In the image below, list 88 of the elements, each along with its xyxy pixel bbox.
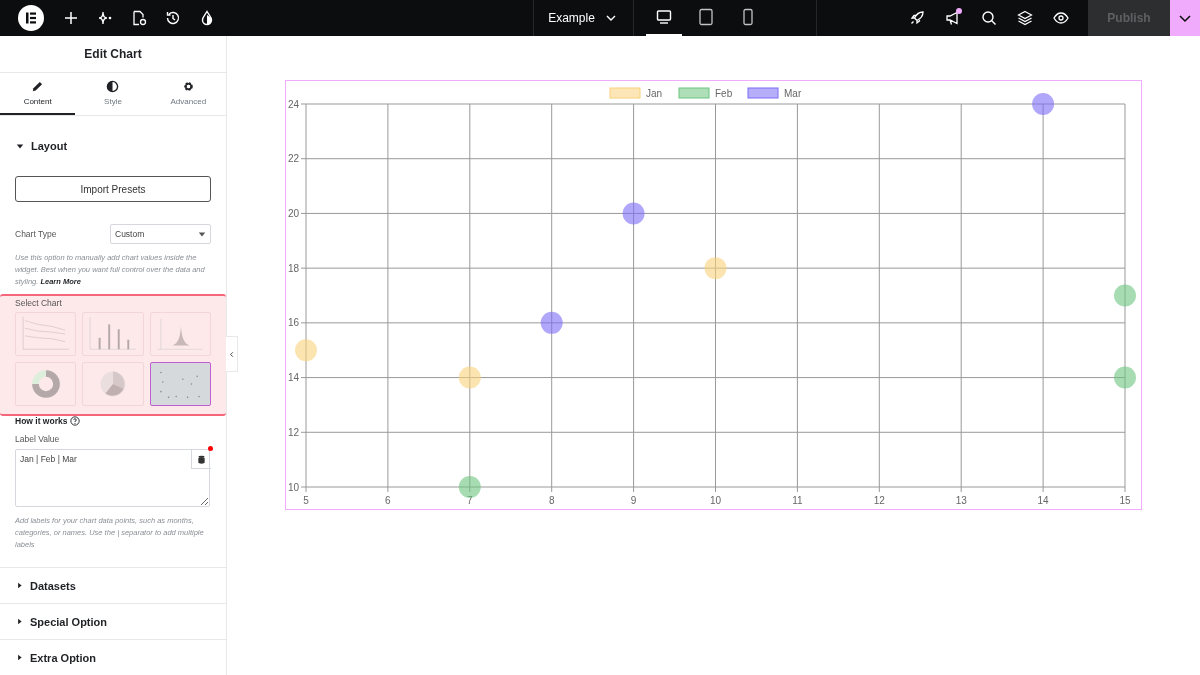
x-tick-label: 5 <box>303 495 309 506</box>
chart-type-dropdown[interactable]: Custom <box>110 224 211 244</box>
x-tick-label: 14 <box>1037 495 1049 506</box>
panel-tab[interactable]: Style <box>75 73 151 115</box>
caret-icon <box>198 230 206 238</box>
status-dot <box>208 446 213 451</box>
bubble[interactable] <box>540 311 563 334</box>
legend-label: Jan <box>646 87 663 99</box>
y-tick-label: 20 <box>287 207 299 219</box>
dropdown-value: Custom <box>115 229 145 239</box>
section-toggle[interactable]: Extra Option <box>0 639 226 675</box>
help-icon <box>70 416 81 426</box>
search-icon <box>981 10 997 26</box>
drop-icon <box>199 10 215 26</box>
y-tick-label: 24 <box>287 98 299 110</box>
field-label: Chart Type <box>15 229 57 239</box>
eye-icon <box>1053 10 1069 26</box>
donut-chart-option[interactable] <box>15 362 77 406</box>
field-label: Label Value <box>15 434 61 444</box>
x-tick-label: 11 <box>792 495 803 506</box>
panel-tab[interactable]: Content <box>0 73 76 115</box>
rocket-icon <box>909 10 925 26</box>
pie-chart-option[interactable] <box>82 362 144 406</box>
x-tick-label: 7 <box>467 495 473 506</box>
x-tick-label: 10 <box>709 495 722 506</box>
bubble[interactable] <box>1114 284 1136 307</box>
layout-section-toggle[interactable]: Layout <box>0 116 226 176</box>
bubble[interactable] <box>458 476 481 498</box>
x-tick-label: 6 <box>385 495 391 506</box>
caret-icon <box>16 654 23 661</box>
section-title: Special Option <box>30 615 107 628</box>
x-tick-label: 9 <box>630 495 637 506</box>
logo-icon[interactable] <box>18 5 44 31</box>
desktop-icon <box>654 8 673 26</box>
section-title: Datasets <box>30 579 76 592</box>
section-title: Extra Option <box>30 651 96 664</box>
y-tick-label: 18 <box>287 262 299 274</box>
legend-label: Feb <box>715 87 733 99</box>
tab-label: Content <box>23 97 52 106</box>
legend-label: Mar <box>784 87 802 99</box>
import-presets-button[interactable]: Import Presets <box>15 176 211 202</box>
panel-tab[interactable]: Advanced <box>150 73 226 115</box>
contrast-icon <box>106 80 120 93</box>
dynamic-tags-button[interactable] <box>191 450 211 469</box>
y-tick-label: 22 <box>287 153 299 165</box>
bubble[interactable] <box>1114 366 1136 389</box>
caret-icon <box>16 582 23 589</box>
publish-options-button[interactable] <box>1170 0 1200 36</box>
database-icon <box>197 454 206 464</box>
gear-icon <box>181 80 195 93</box>
caret-icon <box>16 618 23 625</box>
history-icon <box>165 10 181 26</box>
collapse-panel-handle[interactable] <box>226 336 238 372</box>
layers-icon <box>1017 10 1033 26</box>
link-text: How it works <box>15 416 68 426</box>
y-tick-label: 16 <box>287 317 299 329</box>
caret-icon <box>16 142 24 150</box>
megaphone-icon <box>945 10 961 26</box>
page-title: Example <box>548 11 595 25</box>
tablet-icon <box>696 8 715 26</box>
x-tick-label: 13 <box>955 495 967 506</box>
sparkle-icon <box>97 10 113 26</box>
bubble[interactable] <box>704 257 727 280</box>
section-toggle[interactable]: Datasets <box>0 567 226 603</box>
scatter-chart-option[interactable] <box>149 362 211 406</box>
y-tick-label: 14 <box>287 372 299 384</box>
section-toggle[interactable]: Special Option <box>0 603 226 639</box>
page-gear-icon <box>131 10 147 26</box>
pencil-icon <box>31 80 45 93</box>
bubble[interactable] <box>1032 93 1055 115</box>
how-it-works-link[interactable]: How it works <box>15 416 81 426</box>
bubble[interactable] <box>458 366 481 389</box>
label-value-field[interactable]: Jan | Feb | Mar <box>15 449 210 507</box>
panel-title: Edit Chart <box>0 36 226 73</box>
bubble[interactable] <box>622 202 645 225</box>
x-tick-label: 12 <box>873 495 885 506</box>
section-title: Layout <box>31 140 68 152</box>
tab-label: Style <box>104 97 122 106</box>
chart-widget[interactable]: Jan Feb Mar 5 6 7 8 9 10 11 12 13 14 15 10 12 14 16 18 20 22 24 <box>285 80 1142 510</box>
field-label: Select Chart <box>15 298 63 308</box>
tab-label: Advanced <box>170 97 207 106</box>
bar-chart-option[interactable] <box>82 312 144 356</box>
plus-icon <box>63 10 79 26</box>
x-tick-label: 15 <box>1119 495 1131 506</box>
y-tick-label: 12 <box>287 426 299 438</box>
chevron-left-icon <box>228 350 235 358</box>
x-tick-label: 8 <box>548 495 555 506</box>
y-tick-label: 10 <box>287 481 299 493</box>
